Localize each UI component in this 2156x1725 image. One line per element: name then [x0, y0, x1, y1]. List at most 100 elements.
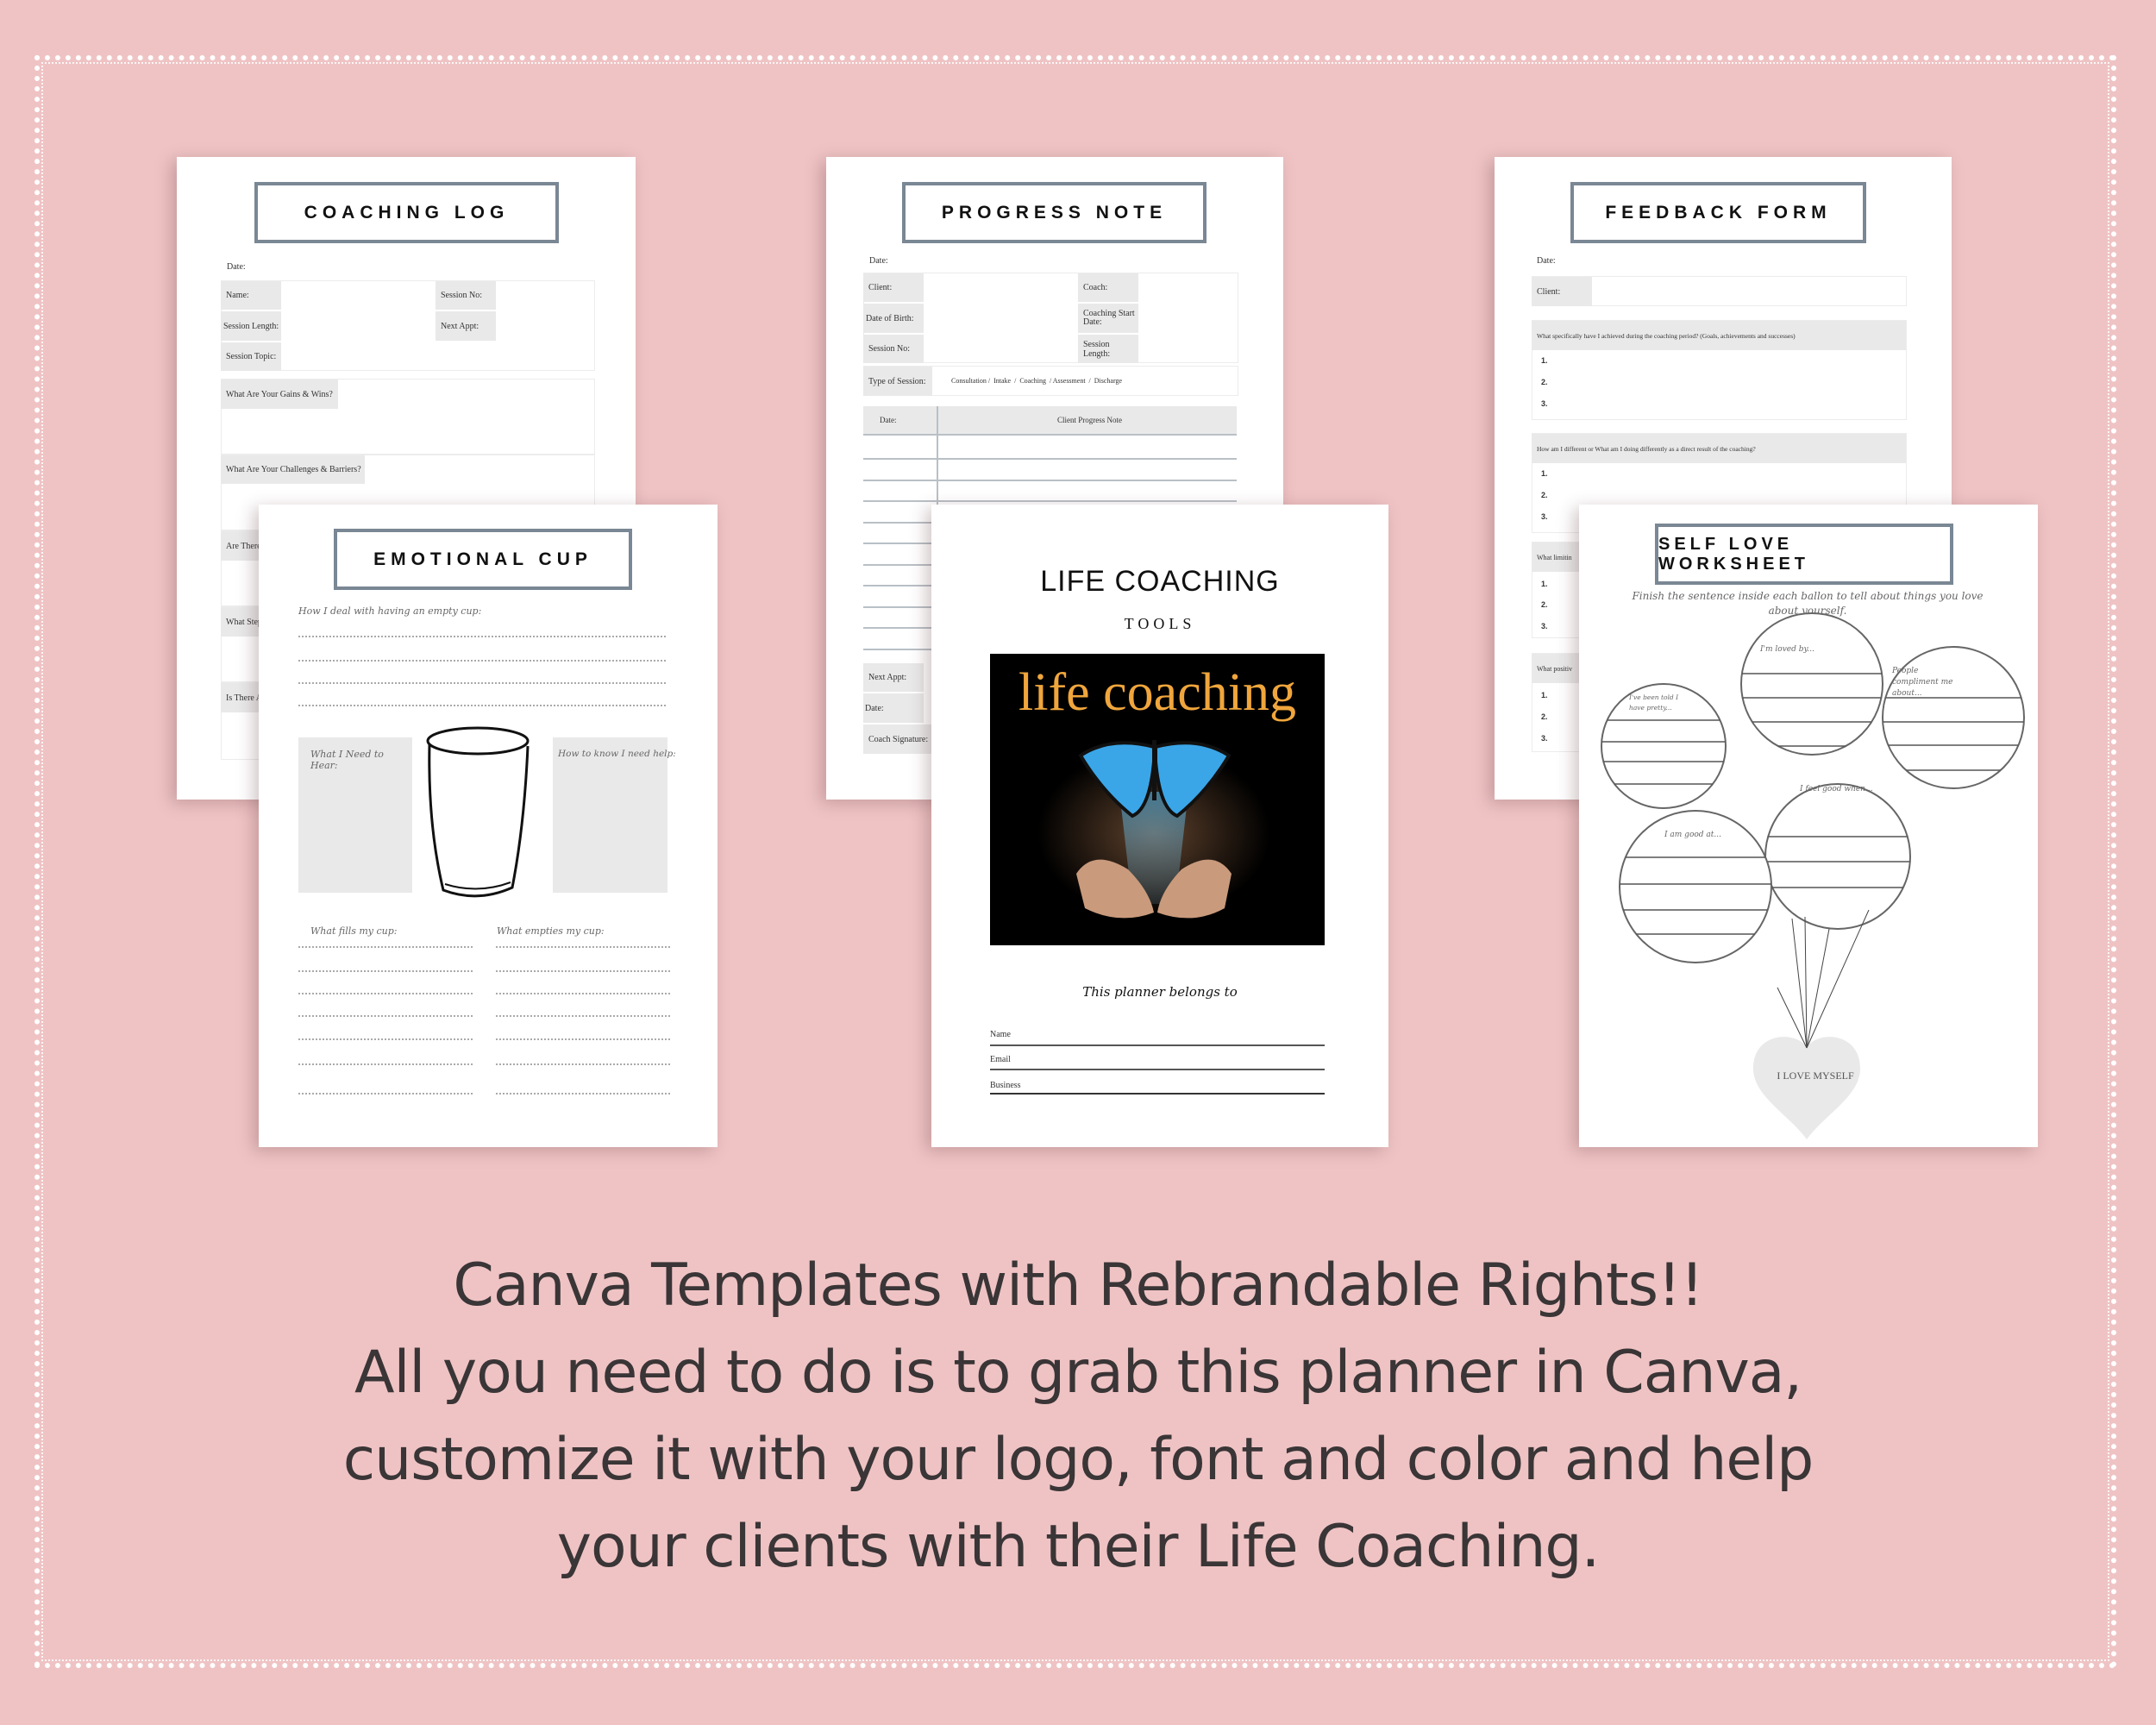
writing-line [298, 682, 666, 684]
writing-line [298, 970, 473, 972]
question-label: How am I different or What am I doing di… [1532, 434, 1906, 463]
empties-cup-label: What empties my cup: [497, 925, 605, 937]
list-number: 3. [1541, 399, 1548, 408]
field-label: Session Length: [221, 311, 281, 341]
writing-line [496, 1038, 670, 1040]
writing-line [298, 660, 666, 662]
client-label: Client: [1532, 277, 1592, 306]
footer-label: Date: [863, 693, 924, 723]
self-love-page: SELF LOVE WORKSHEET Finish the sentence … [1579, 505, 2038, 1147]
fills-cup-label: What fills my cup: [310, 925, 398, 937]
writing-line [496, 1015, 670, 1017]
session-type-options: Consultation / Intake / Coaching / Asses… [951, 377, 1123, 385]
field-label: Name: [221, 281, 281, 310]
page-title: FEEDBACK FORM [1570, 182, 1866, 243]
cover-image: life coaching [990, 654, 1325, 945]
balloon-string [1791, 918, 1808, 1049]
emotional-cup-page: EMOTIONAL CUP How I deal with having an … [259, 505, 718, 1147]
need-to-hear-label: What I Need to Hear: [310, 749, 384, 771]
footer-label: Coach Signature: [863, 724, 932, 754]
page-title: PROGRESS NOTE [902, 182, 1206, 243]
header-date: Date: [880, 416, 897, 424]
email-line[interactable] [990, 1069, 1325, 1070]
field-label: Session Length: [1078, 335, 1138, 363]
cover-image-text: life coaching [1018, 663, 1296, 722]
section-label: What Are Your Challenges & Barriers? [221, 455, 365, 484]
list-number: 2. [1541, 491, 1548, 499]
balloon-label: I feel good when... [1800, 785, 1873, 794]
page-title: EMOTIONAL CUP [334, 529, 632, 590]
business-line[interactable] [990, 1093, 1325, 1095]
list-number: 1. [1541, 580, 1548, 588]
writing-line [298, 1063, 473, 1065]
field-label: Date of Birth: [863, 304, 924, 333]
writing-line [298, 946, 473, 948]
field-label: Client: [863, 273, 924, 302]
date-label: Date: [869, 256, 888, 266]
list-number: 3. [1541, 512, 1548, 521]
writing-line [298, 1015, 473, 1017]
field-label: Session No: [863, 335, 924, 363]
header-progress-note: Client Progress Note [1057, 416, 1122, 424]
note-row-line [863, 479, 1237, 481]
writing-line [298, 636, 666, 637]
heart-icon [1753, 1037, 1860, 1139]
balloon-label: I am good at... [1664, 831, 1721, 839]
list-number: 3. [1541, 734, 1548, 743]
promo-caption: Canva Templates with Rebrandable Rights!… [0, 1242, 2156, 1590]
question-label: What specifically have I achieved during… [1532, 321, 1906, 350]
balloon [1740, 612, 1883, 756]
cover-page: LIFE COACHING TOOLS life coaching This p… [931, 505, 1388, 1147]
need-help-box: How to know I need help: [553, 737, 676, 893]
session-type-label: Type of Session: [863, 367, 932, 396]
balloons-diagram [1601, 612, 2025, 1139]
notes-table-header [863, 406, 1237, 436]
email-label: Email [990, 1055, 1011, 1064]
caption-line: All you need to do is to grab this plann… [354, 1339, 1802, 1407]
caption-line: customize it with your logo, font and co… [342, 1426, 1814, 1494]
writing-line [496, 1093, 670, 1095]
date-label: Date: [227, 262, 246, 272]
writing-line [298, 705, 666, 706]
cover-title: LIFE COACHING [1040, 565, 1280, 598]
writing-line [496, 970, 670, 972]
footer-label: Next Appt: [863, 663, 924, 692]
writing-line [298, 1093, 473, 1095]
list-number: 2. [1541, 600, 1548, 609]
list-number: 1. [1541, 356, 1548, 365]
list-number: 1. [1541, 469, 1548, 478]
list-number: 3. [1541, 622, 1548, 630]
writing-line [496, 993, 670, 994]
writing-line [496, 946, 670, 948]
page-title: COACHING LOG [254, 182, 559, 243]
name-label: Name [990, 1030, 1011, 1039]
caption-line: your clients with their Life Coaching. [556, 1513, 1600, 1581]
belongs-to-heading: This planner belongs to [1082, 984, 1238, 1000]
caption-line: Canva Templates with Rebrandable Rights!… [453, 1251, 1703, 1320]
date-label: Date: [1537, 256, 1556, 266]
writing-line [298, 1038, 473, 1040]
note-row-line [863, 458, 1237, 460]
balloon-label: I've been told I have pretty... [1629, 693, 1679, 712]
empty-cup-prompt: How I deal with having an empty cup: [298, 605, 482, 617]
balloon-string [1804, 916, 1808, 1049]
balloon [1764, 783, 1911, 930]
note-row-line [863, 500, 1237, 502]
balloon-string [1806, 909, 1870, 1049]
balloon-label: I'm loved by... [1760, 645, 1814, 654]
writing-line [496, 1063, 670, 1065]
list-number: 1. [1541, 691, 1548, 699]
balloon-string [1806, 928, 1830, 1049]
need-help-label: How to know I need help: [558, 749, 676, 759]
field-label: Coach: [1078, 273, 1138, 302]
cover-subtitle: TOOLS [1124, 615, 1196, 632]
list-number: 2. [1541, 378, 1548, 386]
field-label: Next Appt: [436, 311, 496, 341]
writing-line [298, 993, 473, 994]
name-line[interactable] [990, 1044, 1325, 1046]
need-to-hear-box: What I Need to Hear: [298, 737, 412, 893]
field-label: Coaching Start Date: [1078, 304, 1138, 333]
section-label: What Are Your Gains & Wins? [221, 380, 338, 409]
heart-label: I LOVE MYSELF [1777, 1070, 1854, 1082]
list-number: 2. [1541, 712, 1548, 721]
